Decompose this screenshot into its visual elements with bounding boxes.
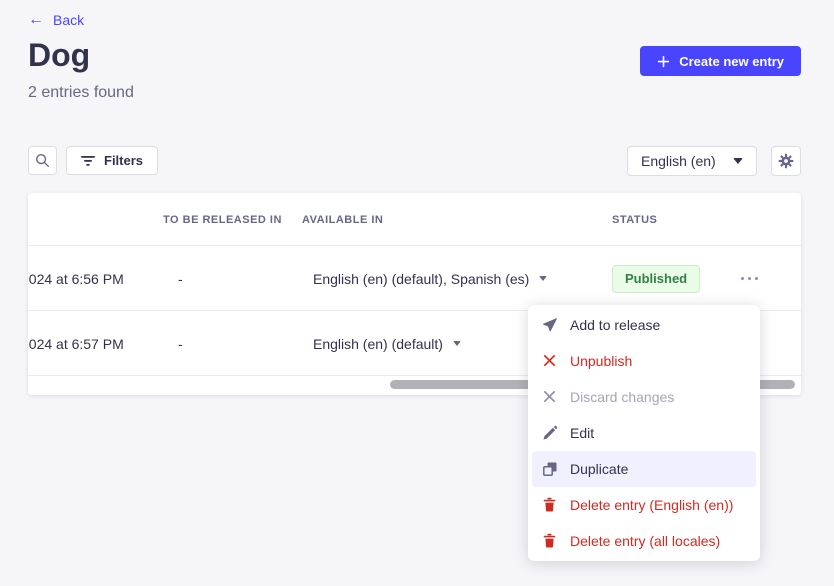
- chevron-down-icon: [733, 158, 743, 164]
- back-link[interactable]: ← Back: [28, 12, 84, 28]
- trash-icon: [542, 533, 558, 549]
- menu-item-label: Duplicate: [570, 461, 628, 477]
- menu-item-label: Edit: [570, 425, 594, 441]
- menu-item-unpublish[interactable]: Unpublish: [532, 343, 756, 379]
- cell-updated-at: 2024 at 6:57 PM: [28, 311, 124, 376]
- arrow-left-icon: ←: [28, 12, 44, 28]
- column-header-status: STATUS: [612, 193, 657, 246]
- menu-item-label: Add to release: [570, 317, 660, 333]
- menu-item-add-to-release[interactable]: Add to release: [532, 307, 756, 343]
- create-new-entry-button[interactable]: Create new entry: [640, 46, 801, 76]
- trash-icon: [542, 497, 558, 513]
- cross-icon: [542, 389, 558, 405]
- menu-item-discard-changes[interactable]: Discard changes: [532, 379, 756, 415]
- table-header-row: TO BE RELEASED IN AVAILABLE IN STATUS: [28, 193, 801, 246]
- menu-item-label: Unpublish: [570, 353, 632, 369]
- filter-icon: [81, 155, 95, 167]
- cell-available-in: English (en) (default), Spanish (es): [313, 246, 547, 311]
- cross-icon: [542, 353, 558, 369]
- menu-item-label: Discard changes: [570, 389, 674, 405]
- cell-updated-at: 2024 at 6:56 PM: [28, 246, 124, 311]
- back-label: Back: [53, 12, 84, 28]
- menu-item-duplicate[interactable]: Duplicate: [532, 451, 756, 487]
- settings-button[interactable]: [771, 146, 801, 176]
- page-title: Dog: [28, 37, 90, 74]
- table-row[interactable]: 2024 at 6:56 PM - English (en) (default)…: [28, 246, 801, 311]
- menu-item-label: Delete entry (English (en)): [570, 497, 733, 513]
- available-in-text: English (en) (default), Spanish (es): [313, 271, 529, 287]
- chevron-down-icon[interactable]: [453, 341, 461, 346]
- menu-item-delete-entry-all-locales[interactable]: Delete entry (all locales): [532, 523, 756, 559]
- column-header-available-in: AVAILABLE IN: [302, 193, 383, 246]
- paper-plane-icon: [542, 317, 558, 333]
- locale-select-value: English (en): [641, 153, 716, 169]
- entries-count: 2 entries found: [28, 84, 134, 102]
- row-actions-button[interactable]: [737, 246, 762, 311]
- row-actions-context-menu: Add to release Unpublish Discard changes…: [528, 305, 760, 561]
- plus-icon: [657, 55, 670, 68]
- search-icon: [35, 153, 50, 168]
- cell-available-in: English (en) (default): [313, 311, 461, 376]
- cell-to-be-released-in: -: [178, 246, 183, 311]
- chevron-down-icon[interactable]: [539, 276, 547, 281]
- menu-item-delete-entry-locale[interactable]: Delete entry (English (en)): [532, 487, 756, 523]
- duplicate-icon: [542, 461, 558, 477]
- available-in-text: English (en) (default): [313, 336, 443, 352]
- menu-item-edit[interactable]: Edit: [532, 415, 756, 451]
- column-header-to-be-released-in: TO BE RELEASED IN: [163, 193, 282, 246]
- menu-item-label: Delete entry (all locales): [570, 533, 720, 549]
- gear-icon: [778, 153, 794, 169]
- search-button[interactable]: [28, 146, 57, 175]
- create-new-entry-label: Create new entry: [679, 54, 784, 69]
- cell-to-be-released-in: -: [178, 311, 183, 376]
- status-badge: Published: [612, 265, 700, 293]
- locale-select[interactable]: English (en): [627, 146, 757, 176]
- cell-status: Published: [612, 246, 700, 311]
- filters-label: Filters: [104, 153, 143, 168]
- filters-button[interactable]: Filters: [66, 146, 158, 175]
- pencil-icon: [542, 425, 558, 441]
